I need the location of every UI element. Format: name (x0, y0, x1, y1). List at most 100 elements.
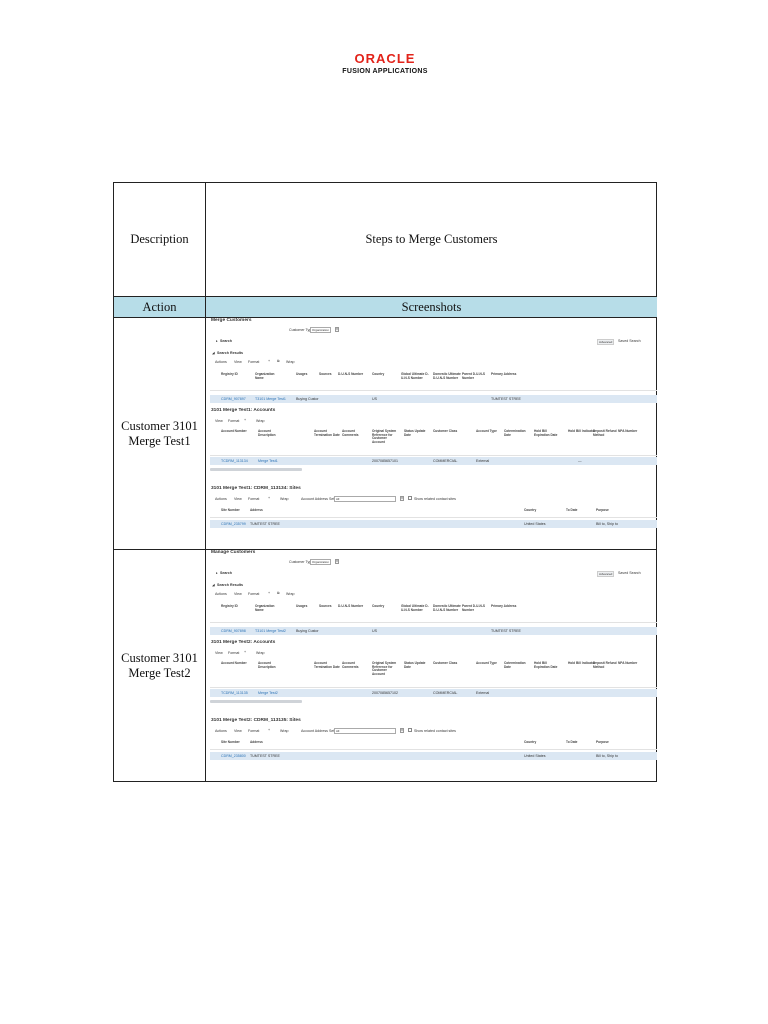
accounts-wrap-button[interactable]: Wrap (256, 419, 265, 423)
advanced-button[interactable]: Advanced (597, 571, 615, 577)
customer-type-dropdown-icon[interactable]: ▾ (335, 559, 339, 564)
description-label: Description (130, 232, 189, 246)
action-1-line-2: Merge Test1 (128, 433, 191, 448)
detach-icon[interactable]: ⧉ (277, 591, 280, 595)
action-header: Action (142, 299, 177, 314)
show-related-checkbox[interactable] (408, 728, 412, 732)
account-col-header: Cotermination Date (504, 429, 526, 437)
customer-registry-id[interactable]: CDRM_907898 (221, 629, 246, 633)
advanced-button[interactable]: Advanced (597, 339, 615, 345)
sites-title: 3101 Merge Test2: CDRM_113135: Sites (211, 718, 301, 723)
site-country: United States (524, 754, 546, 758)
search-results-label: Search Results (217, 583, 243, 587)
show-related-checkbox[interactable] (408, 496, 412, 500)
action-1-line-1: Customer 3101 (121, 418, 198, 433)
sites-format-menu[interactable]: Format (248, 729, 259, 733)
screenshots-header: Screenshots (401, 299, 462, 314)
view-menu[interactable]: View (234, 360, 242, 364)
accounts-format-menu[interactable]: Format (228, 419, 239, 423)
sites-add-icon[interactable]: + (268, 496, 270, 500)
customer-header-rule (210, 390, 657, 391)
results-collapse-icon[interactable]: ◢ (212, 583, 215, 587)
search-label[interactable]: Search (220, 571, 232, 575)
account-col-header: Hold Bill Expiration Date (534, 429, 558, 437)
accounts-format-menu[interactable]: Format (228, 651, 239, 655)
sites-add-icon[interactable]: + (268, 728, 270, 732)
account-description[interactable]: Merge Test1 (258, 459, 278, 463)
sites-format-menu[interactable]: Format (248, 497, 259, 501)
site-purpose: Bill to, Ship to (596, 522, 618, 526)
customer-address: TUMTEST STREE (491, 397, 521, 401)
accounts-view-menu[interactable]: View (215, 651, 223, 655)
search-label[interactable]: Search (220, 339, 232, 343)
action-2-line-1: Customer 3101 (121, 651, 198, 665)
customer-type-select[interactable]: Organization (310, 559, 332, 565)
address-set-label: Account Address Set (301, 497, 335, 501)
add-icon[interactable]: + (268, 359, 270, 363)
add-icon[interactable]: + (268, 591, 270, 595)
account-col-header: Account Number (221, 661, 247, 665)
view-menu[interactable]: View (234, 592, 242, 596)
customer-col-header: Domestic Ultimate D-U-N-S Number (433, 372, 461, 380)
results-collapse-icon[interactable]: ◢ (212, 351, 215, 355)
account-orig-ref: 2007085657102 (372, 691, 398, 695)
customer-org-name[interactable]: T3101 Merge Test2 (255, 629, 286, 633)
account-col-header: Deposit Refund Method (593, 661, 617, 669)
customer-org-name[interactable]: T3101 Merge Test1 (255, 397, 286, 401)
accounts-scrollbar[interactable] (210, 468, 302, 471)
format-menu[interactable]: Format (248, 592, 259, 596)
accounts-wrap-button[interactable]: Wrap (256, 651, 265, 655)
actions-menu[interactable]: Actions (215, 360, 227, 364)
customer-registry-id[interactable]: CDRM_907897 (221, 397, 246, 401)
site-col-header: Country (524, 508, 537, 512)
account-description[interactable]: Merge Test2 (258, 691, 278, 695)
address-set-select[interactable]: All (334, 728, 396, 734)
sites-wrap-button[interactable]: Wrap (280, 497, 289, 501)
detach-icon[interactable]: ⧉ (277, 359, 280, 363)
screen-title: Merge Customers (211, 318, 252, 323)
sites-view-menu[interactable]: View (234, 497, 242, 501)
screenshots-header-cell: Screenshots (206, 297, 657, 318)
customer-country: US (372, 629, 377, 633)
screenshot-2: Manage Customers Customer Type Organizatio… (206, 550, 657, 782)
action-header-cell: Action (114, 297, 206, 318)
account-number[interactable]: TCDRM_113134 (221, 459, 248, 463)
wrap-button[interactable]: Wrap (286, 360, 295, 364)
site-number[interactable]: CDRM_235799 (221, 522, 246, 526)
saved-search-label: Saved Search (618, 339, 641, 343)
address-set-dropdown-icon[interactable]: ▾ (400, 496, 404, 501)
site-col-header: Address (250, 508, 263, 512)
account-col-header: Account Termination Date (314, 429, 340, 437)
site-number[interactable]: CDRM_235800 (221, 754, 246, 758)
customer-type-dropdown-icon[interactable]: ▾ (335, 327, 339, 332)
account-col-header: Hold Bill Indicator (568, 661, 596, 665)
search-expand-icon[interactable]: ▸ (216, 571, 218, 575)
accounts-add-icon[interactable]: + (244, 650, 246, 654)
oracle-fusion-logo: ORACLE FUSION APPLICATIONS (336, 52, 434, 80)
logo-oracle-text: ORACLE (354, 51, 416, 66)
format-menu[interactable]: Format (248, 360, 259, 364)
accounts-scrollbar[interactable] (210, 700, 302, 703)
sites-actions-menu[interactable]: Actions (215, 729, 227, 733)
site-country: United States (524, 522, 546, 526)
accounts-add-icon[interactable]: + (244, 418, 246, 422)
account-number[interactable]: TCDRM_113135 (221, 691, 248, 695)
sites-view-menu[interactable]: View (234, 729, 242, 733)
address-set-select[interactable]: All (334, 496, 396, 502)
account-col-header: NPA Number (618, 429, 638, 433)
accounts-title: 3101 Merge Test1: Accounts (211, 408, 276, 413)
account-col-header: Account Description (258, 661, 276, 669)
actions-menu[interactable]: Actions (215, 592, 227, 596)
address-set-dropdown-icon[interactable]: ▾ (400, 728, 404, 733)
account-col-header: Original System Reference for Customer A… (372, 661, 397, 676)
customer-country: US (372, 397, 377, 401)
account-class: COMMERCIAL (433, 691, 458, 695)
sites-wrap-button[interactable]: Wrap (280, 729, 289, 733)
wrap-button[interactable]: Wrap (286, 592, 295, 596)
search-expand-icon[interactable]: ▸ (216, 339, 218, 343)
sites-actions-menu[interactable]: Actions (215, 497, 227, 501)
customer-type-select[interactable]: Organization (310, 327, 332, 333)
account-col-header: Hold Bill Expiration Date (534, 661, 558, 669)
site-purpose: Bill to, Ship to (596, 754, 618, 758)
accounts-view-menu[interactable]: View (215, 419, 223, 423)
